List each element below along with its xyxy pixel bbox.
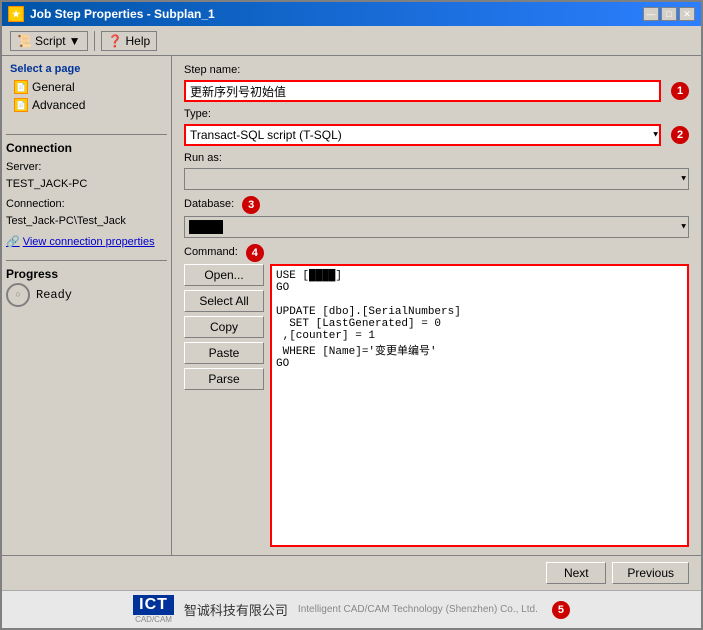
- content-area: Step name: 1 Type: Transact-SQL script (…: [172, 56, 701, 555]
- sidebar-item-general[interactable]: 📄 General: [6, 78, 167, 96]
- toolbar-separator: [94, 31, 95, 51]
- view-connection-link[interactable]: 🔗 View connection properties: [6, 235, 167, 248]
- ict-logo-text: ICT: [133, 595, 174, 615]
- type-select-wrapper: Transact-SQL script (T-SQL): [184, 124, 661, 146]
- badge-2: 2: [671, 126, 689, 144]
- sidebar-item-general-label: General: [32, 80, 75, 94]
- open-button[interactable]: Open...: [184, 264, 264, 286]
- help-icon: ❓: [108, 34, 123, 48]
- step-name-field-row: 1: [184, 80, 689, 102]
- step-name-label: Step name:: [184, 64, 240, 76]
- connection-value: Test_Jack-PC\Test_Jack: [6, 213, 167, 230]
- run-as-label-row: Run as:: [184, 152, 689, 166]
- type-field-row: Transact-SQL script (T-SQL) 2: [184, 124, 689, 146]
- title-bar-buttons: — □ ✕: [643, 7, 695, 21]
- command-label-row: Command: 4: [184, 244, 689, 262]
- bottom-bar: Next Previous: [2, 555, 701, 590]
- sidebar-title: Select a page: [6, 60, 167, 78]
- type-select[interactable]: Transact-SQL script (T-SQL): [184, 124, 661, 146]
- company-name: 智诚科技有限公司: [184, 600, 288, 619]
- badge-4: 4: [246, 244, 264, 262]
- connection-info: Server: TEST_JACK-PC Connection: Test_Ja…: [6, 159, 167, 229]
- connection-label: Connection:: [6, 196, 167, 213]
- database-section: Database: 3 ████: [184, 196, 689, 238]
- step-name-label-row: Step name:: [184, 64, 689, 78]
- view-link-label: View connection properties: [23, 236, 155, 248]
- window-icon: ★: [8, 6, 24, 22]
- command-label: Command:: [184, 246, 238, 258]
- minimize-button[interactable]: —: [643, 7, 659, 21]
- main-content: Select a page 📄 General 📄 Advanced Conne…: [2, 56, 701, 555]
- maximize-button[interactable]: □: [661, 7, 677, 21]
- server-value: TEST_JACK-PC: [6, 176, 167, 193]
- run-as-field-row: [184, 168, 689, 190]
- company-subtitle: Intelligent CAD/CAM Technology (Shenzhen…: [298, 604, 538, 615]
- title-bar: ★ Job Step Properties - Subplan_1 — □ ✕: [2, 2, 701, 26]
- command-textarea[interactable]: USE [████] GO UPDATE [dbo].[SerialNumber…: [270, 264, 689, 547]
- command-buttons: Open... Select All Copy Paste Parse: [184, 264, 264, 547]
- ict-cad-text: CAD/CAM: [135, 615, 172, 624]
- database-field-row: ████: [184, 216, 689, 238]
- type-section: Type: Transact-SQL script (T-SQL) 2: [184, 108, 689, 146]
- script-icon: 📜: [17, 34, 32, 48]
- main-window: ★ Job Step Properties - Subplan_1 — □ ✕ …: [0, 0, 703, 630]
- select-all-button[interactable]: Select All: [184, 290, 264, 312]
- script-dropdown-arrow: ▼: [69, 34, 81, 48]
- next-button[interactable]: Next: [546, 562, 606, 584]
- run-as-section: Run as:: [184, 152, 689, 190]
- window-title: Job Step Properties - Subplan_1: [30, 7, 215, 21]
- sidebar-item-advanced[interactable]: 📄 Advanced: [6, 96, 167, 114]
- help-label: Help: [125, 34, 150, 48]
- step-name-section: Step name: 1: [184, 64, 689, 102]
- server-label: Server:: [6, 159, 167, 176]
- database-label: Database:: [184, 198, 234, 210]
- db-wrapper: ████: [184, 216, 689, 238]
- badge-3: 3: [242, 196, 260, 214]
- paste-button[interactable]: Paste: [184, 342, 264, 364]
- database-label-row: Database: 3: [184, 196, 689, 214]
- copy-button[interactable]: Copy: [184, 316, 264, 338]
- progress-row: ○ Ready: [6, 283, 167, 307]
- link-icon: 🔗: [6, 235, 20, 248]
- badge-5: 5: [552, 601, 570, 619]
- connection-title: Connection: [6, 141, 167, 155]
- step-name-input[interactable]: [184, 80, 661, 102]
- close-button[interactable]: ✕: [679, 7, 695, 21]
- command-section: Command: 4 Open... Select All Copy Paste…: [184, 244, 689, 547]
- command-area: Open... Select All Copy Paste Parse USE …: [184, 264, 689, 547]
- ict-badge: ICT CAD/CAM: [133, 595, 174, 624]
- sidebar: Select a page 📄 General 📄 Advanced Conne…: [2, 56, 172, 555]
- help-button[interactable]: ❓ Help: [101, 31, 158, 51]
- script-button[interactable]: 📜 Script ▼: [10, 31, 88, 51]
- run-as-select[interactable]: [184, 168, 689, 190]
- type-label-row: Type:: [184, 108, 689, 122]
- progress-icon: ○: [6, 283, 30, 307]
- previous-button[interactable]: Previous: [612, 562, 689, 584]
- progress-status: Ready: [36, 288, 72, 302]
- advanced-icon: 📄: [14, 98, 28, 112]
- badge-1: 1: [671, 82, 689, 100]
- script-label: Script: [35, 34, 66, 48]
- run-as-wrapper: [184, 168, 689, 190]
- general-icon: 📄: [14, 80, 28, 94]
- database-select[interactable]: ████: [184, 216, 689, 238]
- footer-watermark: ICT CAD/CAM 智诚科技有限公司 Intelligent CAD/CAM…: [2, 590, 701, 628]
- sidebar-item-advanced-label: Advanced: [32, 98, 85, 112]
- progress-title: Progress: [6, 267, 167, 281]
- type-label: Type:: [184, 108, 211, 120]
- title-bar-left: ★ Job Step Properties - Subplan_1: [8, 6, 215, 22]
- run-as-label: Run as:: [184, 152, 222, 164]
- toolbar: 📜 Script ▼ ❓ Help: [2, 26, 701, 56]
- parse-button[interactable]: Parse: [184, 368, 264, 390]
